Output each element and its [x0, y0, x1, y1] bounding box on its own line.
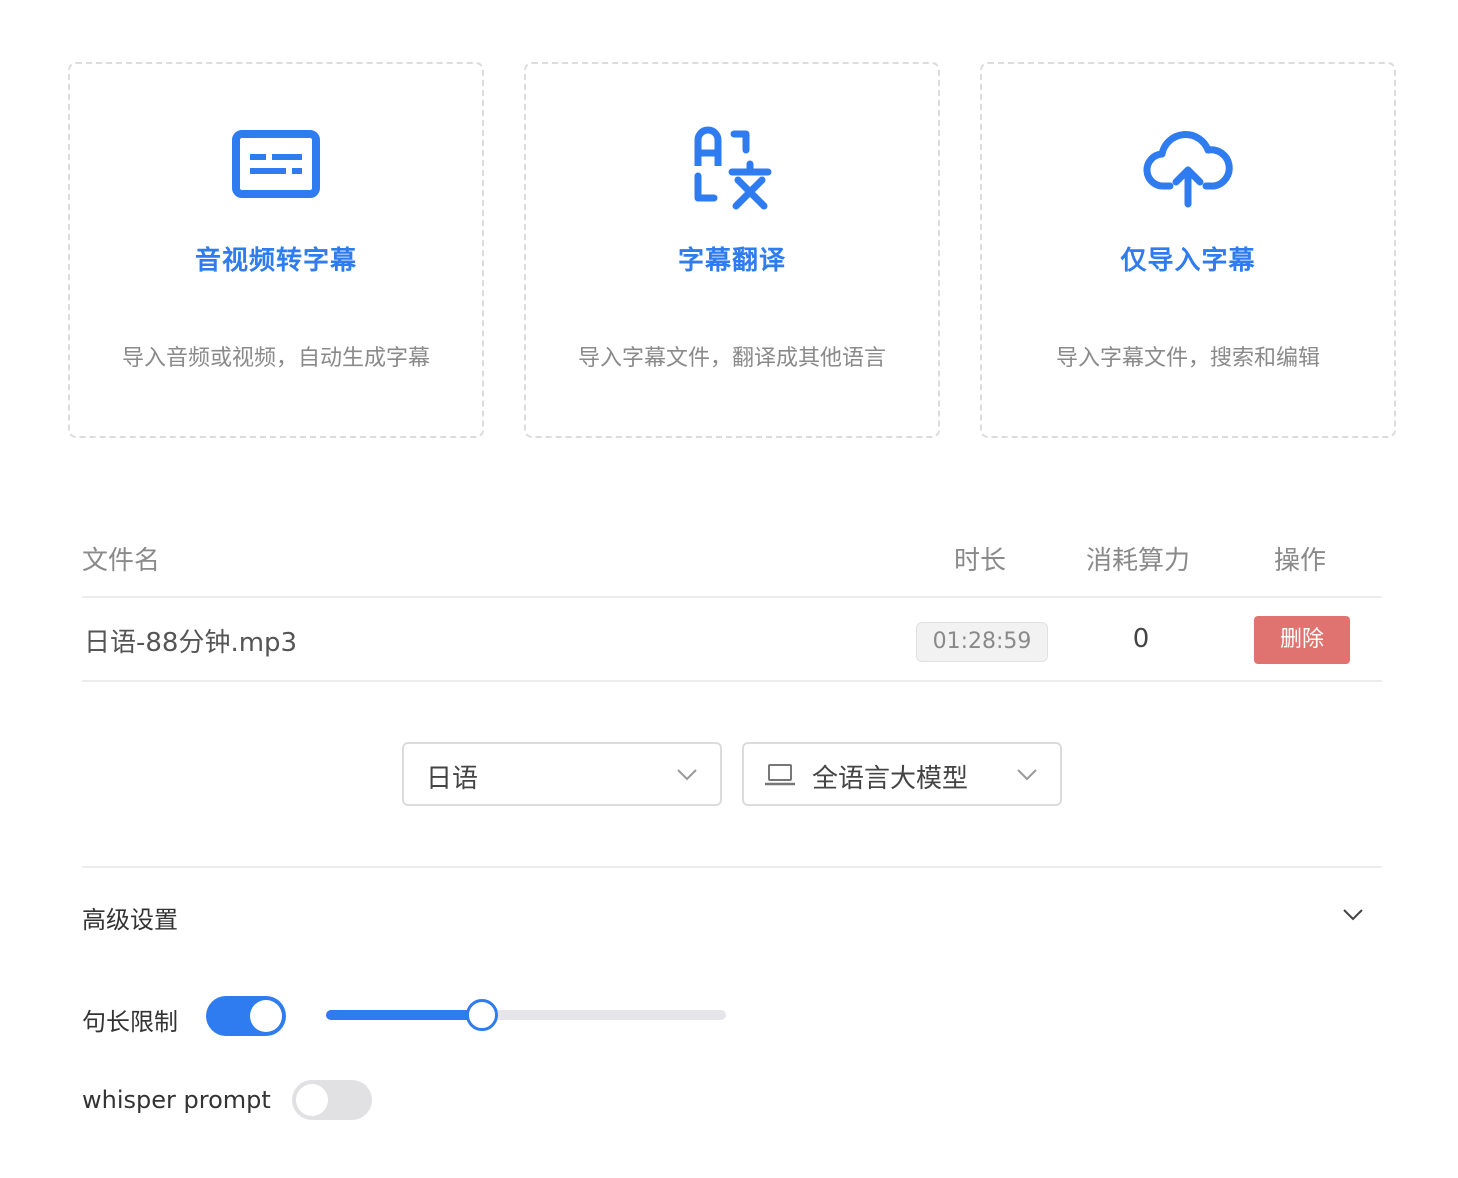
- card-import-subtitle-only[interactable]: 仅导入字幕 导入字幕文件，搜索和编辑: [980, 62, 1396, 438]
- compute-cost-value: 0: [1132, 624, 1150, 654]
- table-row: 日语-88分钟.mp3 01:28:59 0 删除: [82, 598, 1382, 682]
- translate-icon: [694, 126, 772, 210]
- sentence-limit-label: 句长限制: [82, 1008, 178, 1036]
- toggle-knob: [250, 1000, 282, 1032]
- section-divider: [82, 866, 1382, 868]
- header-filename: 文件名: [82, 546, 161, 576]
- card-description: 导入字幕文件，翻译成其他语言: [577, 346, 886, 371]
- card-title: 字幕翻译: [677, 246, 786, 276]
- chevron-down-icon[interactable]: [1342, 906, 1364, 922]
- card-description: 导入字幕文件，搜索和编辑: [1055, 346, 1320, 371]
- model-select[interactable]: 全语言大模型: [742, 742, 1062, 806]
- laptop-icon: [765, 764, 795, 786]
- chevron-down-icon: [1017, 769, 1037, 781]
- table-header: 文件名 时长 消耗算力 操作: [82, 518, 1382, 598]
- slider-fill: [326, 1010, 482, 1020]
- header-action: 操作: [1274, 546, 1327, 576]
- file-table: 文件名 时长 消耗算力 操作 日语-88分钟.mp3 01:28:59 0 删除: [82, 518, 1382, 682]
- action-cards: 音视频转字幕 导入音频或视频，自动生成字幕 字幕翻译 导入字幕文件，翻译成其他语…: [68, 62, 1396, 438]
- chevron-down-icon: [677, 769, 697, 781]
- subtitles-icon: [232, 130, 320, 198]
- header-compute-cost: 消耗算力: [1086, 546, 1191, 576]
- model-select-value: 全语言大模型: [812, 764, 969, 794]
- language-select[interactable]: 日语: [402, 742, 722, 806]
- card-subtitle-translate[interactable]: 字幕翻译 导入字幕文件，翻译成其他语言: [524, 62, 940, 438]
- language-select-value: 日语: [426, 764, 479, 794]
- card-title: 仅导入字幕: [1120, 246, 1256, 276]
- file-name: 日语-88分钟.mp3: [84, 628, 298, 658]
- card-title: 音视频转字幕: [194, 246, 357, 276]
- card-audio-video-to-subtitle[interactable]: 音视频转字幕 导入音频或视频，自动生成字幕: [68, 62, 484, 438]
- whisper-prompt-label: whisper prompt: [82, 1086, 271, 1114]
- advanced-settings-title[interactable]: 高级设置: [82, 900, 178, 935]
- whisper-prompt-toggle[interactable]: [292, 1080, 372, 1120]
- delete-button[interactable]: 删除: [1254, 616, 1350, 664]
- sentence-limit-toggle[interactable]: [206, 996, 286, 1036]
- toggle-knob: [296, 1084, 328, 1116]
- card-description: 导入音频或视频，自动生成字幕: [121, 346, 430, 371]
- sentence-limit-slider[interactable]: [326, 999, 726, 1031]
- duration-badge: 01:28:59: [916, 622, 1048, 662]
- cloud-upload-icon: [1143, 131, 1233, 208]
- header-duration: 时长: [954, 546, 1007, 576]
- slider-thumb[interactable]: [466, 999, 498, 1031]
